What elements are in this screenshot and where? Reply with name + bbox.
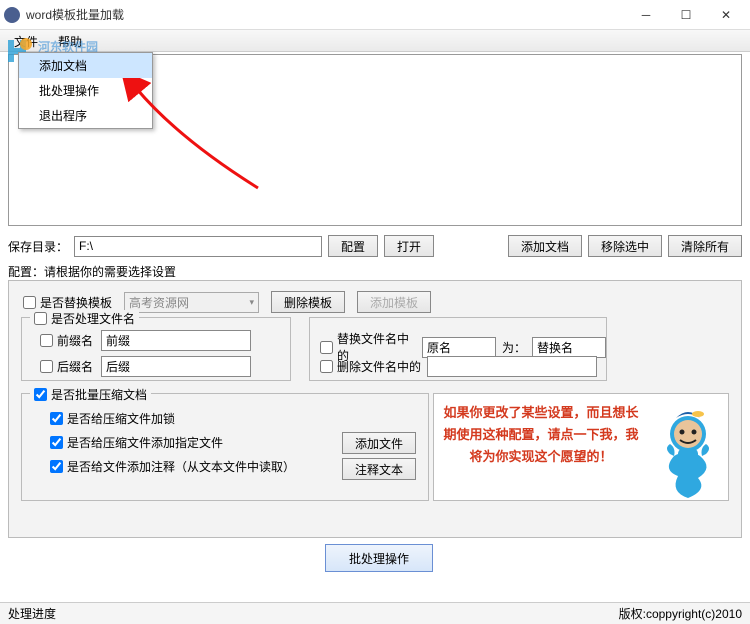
status-right: 版权:coppyright(c)2010: [619, 605, 742, 622]
menu-batch-op[interactable]: 批处理操作: [19, 78, 152, 103]
comment-text-button[interactable]: 注释文本: [342, 458, 416, 480]
check-compress-addfile[interactable]: 是否给压缩文件添加指定文件: [50, 434, 223, 451]
to-label: 为：: [502, 339, 526, 356]
compress-group: 是否批量压缩文档 是否给压缩文件加锁 是否给压缩文件添加指定文件 是否给文件添加…: [21, 393, 429, 501]
save-dir-label: 保存目录：: [8, 238, 68, 255]
titlebar: word模板批量加载 ─ ☐ ✕: [0, 0, 750, 30]
check-compress-comment[interactable]: 是否给文件添加注释（从文本文件中读取）: [50, 458, 295, 475]
prefix-input[interactable]: [101, 330, 251, 351]
replace-group: 替换文件名中的 为： 删除文件名中的: [309, 317, 607, 381]
menu-add-doc[interactable]: 添加文档: [19, 53, 152, 78]
orig-name-input[interactable]: [422, 337, 496, 358]
config-group: 是否替换模板 高考资源网▾ 删除模板 添加模板 是否处理文件名 前缀名 后缀名 …: [8, 280, 742, 538]
check-replace-template[interactable]: 是否替换模板: [23, 294, 112, 311]
config-help-label: 配置：请根据你的需要选择设置: [8, 263, 176, 280]
statusbar: 处理进度 版权:coppyright(c)2010: [0, 602, 750, 624]
menu-exit[interactable]: 退出程序: [19, 103, 152, 128]
save-dir-input[interactable]: [74, 236, 322, 257]
config-button[interactable]: 配置: [328, 235, 378, 257]
check-compress-lock[interactable]: 是否给压缩文件加锁: [50, 410, 175, 427]
check-delete-in-filename[interactable]: 删除文件名中的: [320, 358, 421, 375]
suffix-input[interactable]: [101, 356, 251, 377]
check-process-filename[interactable]: 是否处理文件名: [30, 310, 139, 327]
delete-name-input[interactable]: [427, 356, 597, 377]
batch-process-button[interactable]: 批处理操作: [325, 544, 433, 572]
chevron-down-icon: ▾: [249, 297, 254, 308]
check-suffix[interactable]: 后缀名: [40, 358, 93, 375]
file-menu-dropdown: 添加文档 批处理操作 退出程序: [18, 52, 153, 129]
maximize-button[interactable]: ☐: [666, 1, 706, 29]
hint-text: 如果你更改了某些设置，而且想长期使用这种配置，请点一下我，我将为你实现这个愿望的…: [434, 394, 648, 500]
check-batch-compress[interactable]: 是否批量压缩文档: [30, 386, 151, 403]
minimize-button[interactable]: ─: [626, 1, 666, 29]
check-prefix[interactable]: 前缀名: [40, 332, 93, 349]
open-button[interactable]: 打开: [384, 235, 434, 257]
menubar: 文件 帮助: [0, 30, 750, 52]
add-template-button: 添加模板: [357, 291, 431, 313]
filename-group: 是否处理文件名 前缀名 后缀名: [21, 317, 291, 381]
menu-help[interactable]: 帮助: [48, 30, 92, 51]
add-doc-button[interactable]: 添加文档: [508, 235, 582, 257]
hint-box[interactable]: 如果你更改了某些设置，而且想长期使用这种配置，请点一下我，我将为你实现这个愿望的…: [433, 393, 729, 501]
app-icon: [4, 7, 20, 23]
window-title: word模板批量加载: [26, 6, 626, 23]
save-dir-row: 保存目录： 配置 打开 添加文档 移除选中 清除所有: [8, 234, 742, 258]
clear-all-button[interactable]: 清除所有: [668, 235, 742, 257]
close-button[interactable]: ✕: [706, 1, 746, 29]
remove-selected-button[interactable]: 移除选中: [588, 235, 662, 257]
genie-icon: [648, 394, 728, 500]
add-file-button[interactable]: 添加文件: [342, 432, 416, 454]
delete-template-button[interactable]: 删除模板: [271, 291, 345, 313]
repl-name-input[interactable]: [532, 337, 606, 358]
status-left: 处理进度: [8, 605, 56, 622]
template-combo[interactable]: 高考资源网▾: [124, 292, 259, 313]
